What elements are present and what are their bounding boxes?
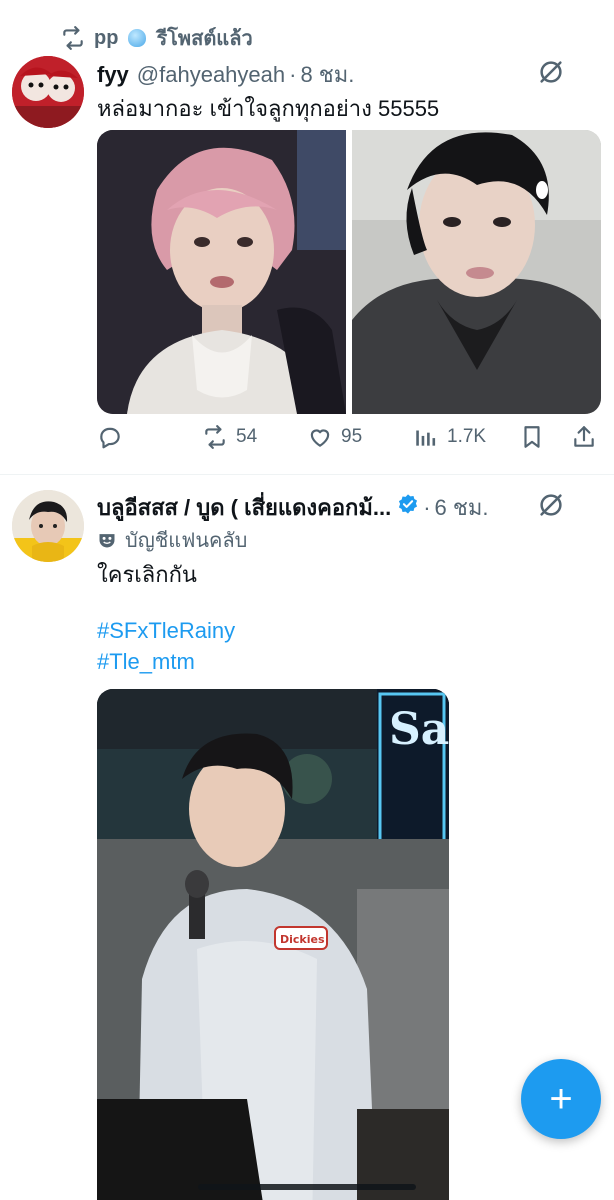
timestamp[interactable]: 8 ชม. [300, 57, 354, 92]
reposter-name: pp [94, 26, 119, 49]
avatar-image [12, 490, 84, 562]
water-drop-emoji-icon [128, 29, 147, 47]
svg-text:Sa: Sa [389, 704, 449, 755]
tweet-media-grid[interactable] [97, 130, 601, 414]
views-icon [416, 430, 436, 446]
home-indicator[interactable] [198, 1184, 416, 1190]
share-button[interactable] [571, 424, 597, 450]
separator: · [423, 495, 431, 520]
grok-icon[interactable] [536, 57, 566, 87]
share-icon [574, 426, 594, 447]
views-count: 1.7K [447, 426, 487, 447]
fanclub-badge[interactable]: บัญชีแฟนคลับ [97, 524, 247, 556]
like-icon [310, 429, 330, 447]
reply-icon [100, 427, 120, 449]
verified-icon [399, 494, 418, 514]
repost-button[interactable]: 54 [202, 424, 257, 450]
repost-icon [205, 425, 225, 449]
svg-text:Dickies: Dickies [280, 933, 325, 946]
compose-plus-icon: + [549, 1077, 573, 1121]
avatar[interactable] [12, 56, 84, 128]
display-name[interactable]: fyy [97, 62, 129, 88]
tweet-divider [0, 474, 614, 475]
tweet-video[interactable]: Sa Dickies [97, 689, 449, 1200]
fanclub-mask-icon [99, 534, 115, 548]
views-button[interactable]: 1.7K [413, 424, 486, 450]
video-frame-image: Sa Dickies [97, 689, 449, 1200]
avatar[interactable] [12, 490, 84, 562]
repost-icon [63, 26, 83, 50]
like-button[interactable]: 95 [307, 424, 362, 450]
tweet-header: fyy @fahyeahyeah · 8 ชม. [97, 57, 354, 92]
photo-1-image [97, 130, 346, 414]
repost-count: 54 [236, 426, 258, 447]
bookmark-button[interactable] [519, 424, 545, 450]
tweet-text: หล่อมากอะ เข้าใจลูกทุกอย่าง 55555 [97, 96, 440, 121]
reply-button[interactable] [97, 424, 131, 450]
display-name[interactable]: บลูอีสสส / บูด ( เสี่ยแดงคอกม้... [97, 490, 391, 525]
tweet-header: บลูอีสสส / บูด ( เสี่ยแดงคอกม้... · 6 ชม… [97, 490, 488, 525]
fanclub-label: บัญชีแฟนคลับ [125, 530, 248, 552]
photo-2[interactable] [352, 130, 601, 414]
separator: · [289, 62, 297, 87]
timeline-feed[interactable]: pp รีโพสต์แล้ว fyy @fahyeahyeah · 8 ชม. … [0, 0, 614, 1200]
compose-button[interactable]: + [521, 1059, 601, 1139]
hashtag-link[interactable]: #Tle_mtm [97, 649, 195, 675]
user-handle[interactable]: @fahyeahyeah [137, 62, 285, 88]
avatar-image [12, 56, 84, 128]
repost-indicator[interactable]: pp รีโพสต์แล้ว [60, 22, 253, 54]
tweet-actions: 54 95 1.7K [97, 424, 601, 456]
hashtag-link[interactable]: #SFxTleRainy [97, 618, 235, 644]
photo-1[interactable] [97, 130, 346, 414]
grok-icon[interactable] [536, 490, 566, 520]
photo-2-image [352, 130, 601, 414]
tweet-text: ใครเลิกกัน [97, 562, 197, 587]
like-count: 95 [341, 426, 363, 447]
bookmark-icon [524, 426, 540, 448]
timestamp[interactable]: 6 ชม. [435, 490, 489, 525]
repost-label: รีโพสต์แล้ว [156, 28, 253, 50]
